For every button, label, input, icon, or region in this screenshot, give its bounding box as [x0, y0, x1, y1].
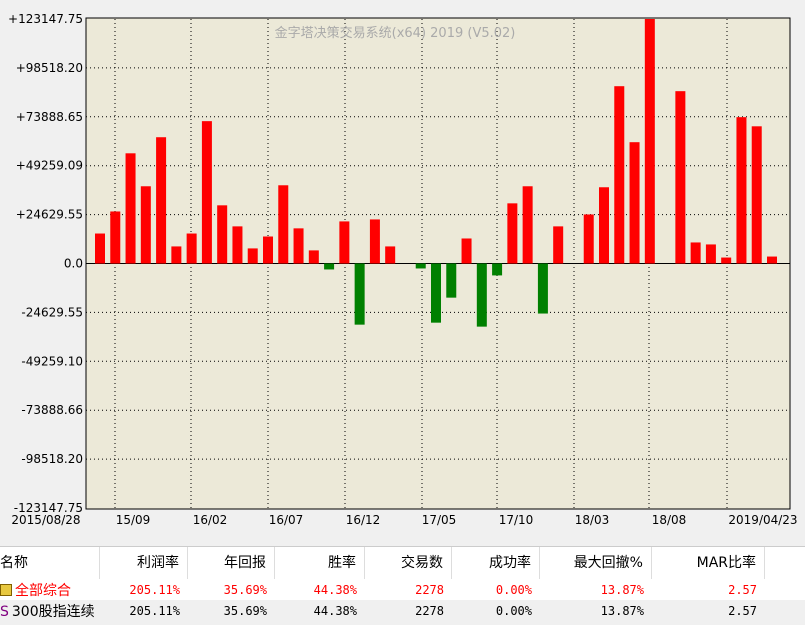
table-header: 名称 利润率 年回报 胜率 交易数 成功率 最大回撤% MAR比率	[0, 546, 805, 579]
bar	[675, 91, 686, 264]
y-tick-label: +24629.55	[16, 208, 83, 222]
bar	[751, 126, 762, 264]
cell: 0.00%	[495, 603, 532, 618]
bar	[186, 233, 197, 264]
cell: 2278	[415, 582, 444, 597]
bar	[232, 226, 243, 264]
bar	[736, 117, 747, 264]
cell: 2.57	[728, 582, 757, 597]
col-max-drawdown[interactable]: 最大回撤%	[540, 547, 652, 579]
y-tick-label: -49259.10	[21, 354, 83, 368]
y-tick-label: +123147.75	[8, 12, 83, 26]
bar	[125, 153, 136, 264]
bar	[721, 257, 732, 264]
x-tick-label: 2015/08/28	[11, 513, 80, 527]
bar	[293, 228, 304, 264]
cell: 2278	[415, 603, 444, 618]
bar	[354, 263, 365, 325]
cell: 44.38%	[313, 582, 357, 597]
bar	[385, 246, 396, 264]
y-tick-label: -73888.66	[21, 403, 83, 417]
x-tick-label: 2019/04/23	[728, 513, 797, 527]
col-success-rate[interactable]: 成功率	[452, 547, 540, 579]
col-trades[interactable]: 交易数	[365, 547, 452, 579]
chart-title: 金字塔决策交易系统(x64) 2019 (V5.02)	[275, 25, 516, 41]
col-annual-return[interactable]: 年回报	[188, 547, 275, 579]
cell: 205.11%	[129, 582, 180, 597]
bar	[263, 236, 273, 264]
x-tick-label: 15/09	[116, 513, 151, 527]
bar	[95, 233, 105, 264]
bar	[614, 86, 625, 264]
series-icon: S	[0, 603, 9, 620]
bar	[324, 263, 335, 270]
bar	[461, 238, 472, 264]
cell: 35.69%	[223, 582, 267, 597]
x-tick-label: 17/10	[499, 513, 534, 527]
x-tick-label: 16/07	[269, 513, 304, 527]
bar	[767, 256, 777, 264]
row-name: 300股指连续	[11, 603, 95, 620]
bar	[446, 263, 457, 298]
col-profit-rate[interactable]: 利润率	[100, 547, 188, 579]
bar	[171, 246, 182, 264]
table-row[interactable]: S 300股指连续 205.11% 35.69% 44.38% 2278 0.00…	[0, 600, 805, 621]
bar	[415, 263, 426, 269]
x-tick-label: 16/02	[193, 513, 228, 527]
y-tick-label: -24629.55	[21, 305, 83, 319]
bar	[553, 226, 564, 264]
bar	[690, 242, 701, 264]
bar	[522, 186, 533, 264]
cell: 13.87%	[600, 603, 644, 618]
cell: 205.11%	[129, 603, 180, 618]
bar	[339, 221, 350, 264]
y-tick-label: +49259.09	[16, 159, 83, 173]
y-tick-label: -98518.20	[21, 452, 83, 466]
x-tick-label: 16/12	[346, 513, 381, 527]
bar	[629, 142, 640, 264]
bar	[476, 263, 487, 327]
y-tick-label: +98518.20	[16, 61, 83, 75]
bar	[644, 19, 655, 264]
cell: 44.38%	[313, 603, 357, 618]
col-win-rate[interactable]: 胜率	[275, 547, 365, 579]
bar	[110, 211, 121, 264]
bar	[583, 214, 594, 264]
bar	[507, 203, 518, 264]
folder-icon	[0, 583, 12, 596]
results-table: 名称 利润率 年回报 胜率 交易数 成功率 最大回撤% MAR比率 全部综合 2…	[0, 546, 805, 621]
profit-bar-chart: +123147.75 +98518.20 +73888.65 +49259.09 +24…	[0, 0, 805, 545]
table-row[interactable]: 全部综合 205.11% 35.69% 44.38% 2278 0.00% 13…	[0, 579, 805, 600]
bar	[537, 263, 548, 314]
bar	[140, 186, 151, 264]
x-tick-label: 18/03	[575, 513, 610, 527]
cell: 2.57	[728, 603, 757, 618]
bar	[369, 219, 380, 264]
col-name[interactable]: 名称	[0, 547, 100, 579]
bar	[431, 263, 441, 323]
x-tick-label: 17/05	[422, 513, 457, 527]
y-tick-label: +73888.65	[16, 110, 83, 124]
bar	[308, 250, 319, 264]
x-tick-label: 18/08	[652, 513, 687, 527]
bar	[217, 205, 228, 264]
bar	[201, 121, 212, 264]
bar	[156, 137, 167, 264]
bar	[278, 185, 289, 264]
cell: 0.00%	[495, 582, 532, 597]
col-mar-ratio[interactable]: MAR比率	[652, 547, 765, 579]
row-name: 全部综合	[15, 582, 71, 599]
bar	[247, 248, 258, 264]
cell: 13.87%	[600, 582, 644, 597]
bar	[705, 244, 716, 264]
y-tick-label: 0.0	[64, 257, 83, 271]
bar	[599, 187, 609, 264]
bar	[492, 263, 503, 276]
cell: 35.69%	[223, 603, 267, 618]
